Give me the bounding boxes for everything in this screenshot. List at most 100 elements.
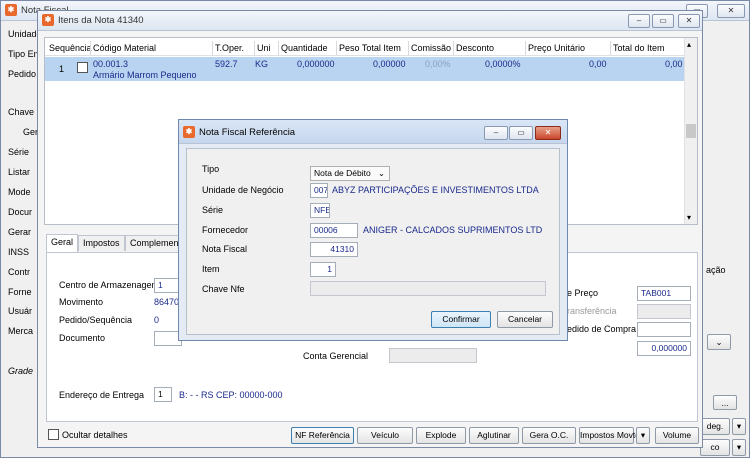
nota-label: Nota Fiscal — [202, 244, 248, 254]
dialog-minimize-button[interactable]: – — [484, 126, 508, 140]
volume-button[interactable]: Volume — [655, 427, 699, 444]
endereco-label: Endereço de Entrega — [59, 390, 145, 400]
item-label: Item — [202, 264, 220, 274]
conta-label: Conta Gerencial — [303, 351, 369, 361]
column-divider — [453, 41, 454, 55]
main-close-button[interactable]: ✕ — [717, 4, 745, 18]
main-left-label: Gerar — [8, 227, 32, 237]
impostos-dropdown-icon[interactable]: ▾ — [636, 427, 650, 444]
column-header[interactable]: Total do Item — [613, 43, 665, 53]
column-header[interactable]: Quantidade — [281, 43, 328, 53]
explode-button[interactable]: Explode — [416, 427, 466, 444]
deg-button[interactable]: deg. — [700, 418, 730, 435]
fornecedor-code-input[interactable]: 00006 — [310, 223, 358, 238]
tab-impostos[interactable]: Impostos — [78, 235, 125, 251]
pedido-compra-label: edido de Compra — [567, 324, 637, 334]
main-left-label: Pedido — [8, 69, 37, 79]
scroll-thumb[interactable] — [686, 124, 696, 138]
endereco-num-input[interactable]: 1 — [154, 387, 172, 402]
column-header[interactable]: Peso Total Item — [339, 43, 401, 53]
table-row[interactable]: 1 00.001.3 Armário Marrom Pequeno 592.7 … — [45, 57, 685, 81]
documento-label: Documento — [59, 333, 106, 343]
main-left-label: Forne — [8, 287, 32, 297]
transferencia-label: ransferência — [567, 306, 617, 316]
tipo-select-value: Nota de Débito — [314, 168, 371, 178]
row-preco: 0,00 — [589, 59, 607, 69]
aglutinar-button[interactable]: Aglutinar — [469, 427, 519, 444]
endereco-text: B: - - RS CEP: 00000-000 — [179, 390, 283, 400]
main-left-label: Merca — [8, 326, 34, 336]
row-descricao: Armário Marrom Pequeno — [93, 70, 197, 80]
row-peso: 0,00000 — [373, 59, 406, 69]
co-button[interactable]: co — [700, 439, 730, 456]
column-divider — [212, 41, 213, 55]
column-header[interactable]: Comissão — [411, 43, 451, 53]
column-header[interactable]: Desconto — [456, 43, 494, 53]
main-left-label: INSS — [8, 247, 30, 257]
column-header[interactable]: Uni — [257, 43, 271, 53]
dialog-body: Tipo Nota de Débito ⌄ Unidade de Negócio … — [186, 148, 560, 335]
row-quantidade: 0,000000 — [297, 59, 335, 69]
dialog-maximize-button[interactable]: ▭ — [509, 126, 533, 140]
row-codigo: 00.001.3 — [93, 59, 129, 69]
row-checkbox[interactable] — [77, 62, 88, 73]
dialog-close-button[interactable]: ✕ — [535, 126, 561, 140]
ocultar-checkbox[interactable] — [48, 429, 59, 440]
nota-input[interactable]: 41310 — [310, 242, 358, 257]
row-uni: KG — [255, 59, 269, 69]
gera-oc-button[interactable]: Gera O.C. — [522, 427, 576, 444]
unidade-code-input[interactable]: 007 — [310, 183, 328, 198]
transferencia-input[interactable] — [637, 304, 691, 319]
chave-input[interactable] — [310, 281, 546, 296]
acao-label: ação — [706, 265, 726, 275]
chevron-down-icon: ⌄ — [377, 168, 385, 178]
deg-dropdown-icon[interactable]: ▾ — [732, 418, 746, 435]
main-left-label: Grade — [8, 366, 34, 376]
column-divider — [408, 41, 409, 55]
fornecedor-name: ANIGER - CALCADOS SUPRIMENTOS LTD — [363, 225, 543, 235]
impostos-movto-button[interactable]: Impostos Movto — [579, 427, 640, 444]
valor-input[interactable]: 0,000000 — [637, 341, 691, 356]
scroll-up-icon[interactable]: ▴ — [687, 40, 691, 49]
itens-app-icon: ✱ — [42, 14, 54, 26]
tipo-label: Tipo — [202, 164, 220, 174]
nf-referencia-button[interactable]: NF Referência — [291, 427, 354, 444]
row-total: 0,00 — [665, 59, 683, 69]
dialog-app-icon: ✱ — [183, 126, 195, 138]
main-left-label: Série — [8, 147, 30, 157]
combo-arrow-button[interactable]: ⌄ — [707, 334, 731, 350]
ellipsis-button[interactable]: ... — [713, 395, 737, 410]
movimento-value: 86470 — [154, 297, 180, 307]
column-header[interactable]: Código Material — [93, 43, 156, 53]
scroll-down-icon[interactable]: ▾ — [687, 213, 691, 222]
itens-titlebar: ✱ Itens da Nota 41340 – ▭ ✕ — [38, 11, 702, 31]
confirmar-button[interactable]: Confirmar — [431, 311, 491, 328]
itens-close-button[interactable]: ✕ — [678, 14, 700, 28]
vertical-scrollbar[interactable]: ▴ ▾ — [684, 38, 697, 224]
itens-title: Itens da Nota 41340 — [58, 15, 144, 26]
co-dropdown-icon[interactable]: ▾ — [732, 439, 746, 456]
row-toper: 592.7 — [215, 59, 238, 69]
dialog-titlebar: ✱ Nota Fiscal Referência – ▭ ✕ — [179, 120, 567, 144]
column-header[interactable]: Preço Unitário — [528, 43, 585, 53]
column-header[interactable]: Sequência — [49, 43, 92, 53]
itens-minimize-button[interactable]: – — [628, 14, 650, 28]
main-left-label: Docur — [8, 207, 33, 217]
ocultar-label[interactable]: Ocultar detalhes — [62, 430, 128, 440]
column-divider — [336, 41, 337, 55]
main-left-label: Listar — [8, 167, 31, 177]
conta-input[interactable] — [389, 348, 477, 363]
movimento-label: Movimento — [59, 297, 104, 307]
itens-maximize-button[interactable]: ▭ — [652, 14, 674, 28]
column-header[interactable]: T.Oper. — [215, 43, 244, 53]
serie-label: Série — [202, 205, 224, 215]
tab-geral[interactable]: Geral — [46, 234, 79, 252]
cancelar-button[interactable]: Cancelar — [497, 311, 553, 328]
serie-input[interactable]: NFE — [310, 203, 330, 218]
column-divider — [254, 41, 255, 55]
tabela-preco-input[interactable]: TAB001 — [637, 286, 691, 301]
pedido-compra-input[interactable] — [637, 322, 691, 337]
tipo-select[interactable]: Nota de Débito ⌄ — [310, 166, 390, 181]
item-input[interactable]: 1 — [310, 262, 336, 277]
veiculo-button[interactable]: Veículo — [357, 427, 413, 444]
